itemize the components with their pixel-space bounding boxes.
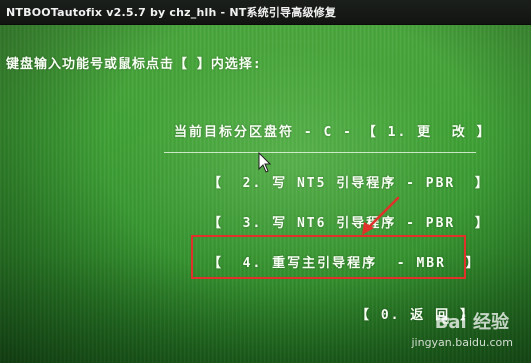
watermark-logo: Bai 经验 bbox=[434, 312, 509, 333]
watermark-url: jingyan.baidu.com bbox=[411, 336, 513, 349]
console-screen: NTBOOTautofix v2.5.7 by chz_hlh - NT系统引导… bbox=[0, 0, 531, 363]
mouse-pointer-icon bbox=[258, 152, 272, 173]
